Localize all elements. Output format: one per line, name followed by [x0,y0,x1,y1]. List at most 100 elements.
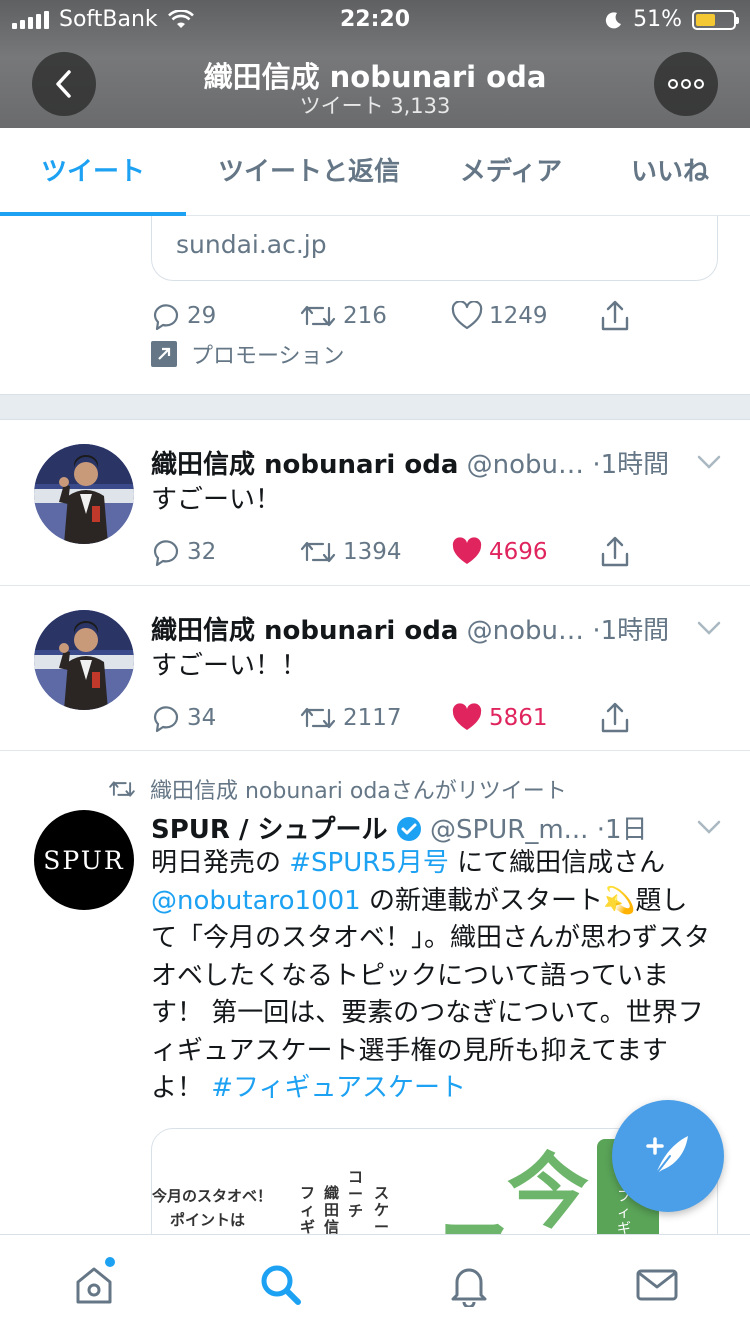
retweet-icon [300,305,336,327]
heart-filled-icon [452,703,482,730]
promoted-icon [151,341,177,367]
hashtag-link[interactable]: #フィギュアスケート [211,1073,466,1103]
like-count: 4696 [489,539,548,565]
timestamp: ·1時間 [592,450,670,480]
image-caption: コーチ [348,1168,364,1220]
new-content-dot [105,1257,115,1267]
like-count: 5861 [489,705,548,731]
handle[interactable]: @nobu… [467,616,584,646]
tab-likes[interactable]: いいね [590,128,750,216]
handle[interactable]: @nobu… [467,450,584,480]
timeline[interactable]: sundai.ac.jp 29 216 1249 プロモーション 織田信成 no… [0,216,750,1234]
bell-icon [451,1268,486,1307]
share-button[interactable] [599,698,631,738]
more-button[interactable] [654,52,718,116]
chevron-down-icon[interactable] [696,454,722,470]
heart-filled-icon [452,537,482,564]
compose-tweet-button[interactable] [612,1100,724,1212]
tweet-actions: 29 216 1249 [151,296,651,336]
tweet-text: 明日発売の #SPUR5月号 にて織田信成さん @nobutaro1001 の新… [151,848,711,1103]
nav-search[interactable] [187,1235,374,1335]
reply-icon [153,540,179,567]
image-caption: 織田信 [324,1184,340,1235]
share-icon [601,536,629,567]
tweet-header: 織田信成 nobunari oda @nobu… ·1時間 [151,444,669,481]
tab-media[interactable]: メディア [432,128,590,216]
chevron-down-icon[interactable] [696,819,722,835]
image-caption: スケー [374,1184,390,1235]
display-name[interactable]: SPUR / シュプール [151,815,388,845]
reply-icon [153,706,179,733]
section-divider [0,394,750,420]
battery-icon [692,9,739,30]
image-caption: フィギ [300,1184,316,1235]
tweet-header: SPUR / シュプール @SPUR_m... ·1日 [151,809,648,846]
retweet-count: 2117 [343,705,402,731]
like-button[interactable]: 5861 [451,698,548,738]
retweet-icon [109,781,135,797]
search-icon [261,1265,301,1305]
bottom-tab-bar [0,1234,750,1334]
avatar[interactable] [34,444,134,544]
home-icon [76,1267,111,1304]
retweet-button[interactable]: 1394 [299,532,402,572]
retweet-icon [300,541,336,563]
avatar-text: SPUR [43,845,125,875]
share-button[interactable] [599,296,631,336]
hashtag-link[interactable]: #SPUR5月号 [289,848,449,878]
compose-feather-icon [646,1136,688,1175]
moon-icon [605,11,622,28]
nav-home[interactable] [0,1235,187,1335]
image-caption: 今月のスタオベ！ [152,1187,273,1205]
share-icon [601,300,629,331]
tweet-actions: 34 2117 5861 [151,698,651,738]
tweet[interactable]: 織田信成 nobunari oda @nobu… ·1時間 すごーい！！ 34 … [0,586,750,751]
retweet-count: 1394 [343,539,402,565]
like-count: 1249 [489,303,548,329]
tweet-text: すごーい！ [151,485,282,515]
like-button[interactable]: 4696 [451,532,548,572]
display-name[interactable]: 織田信成 nobunari oda [151,616,458,646]
reply-button[interactable]: 34 [151,698,216,738]
tab-tweets[interactable]: ツイート [0,128,186,216]
mention-link[interactable]: @nobutaro1001 [151,886,361,916]
reply-button[interactable]: 32 [151,532,216,572]
status-bar: SoftBank 22:20 51% [0,0,750,40]
tweet-count: ツイート 3,133 [299,94,451,118]
tweet[interactable]: 織田信成 nobunari oda @nobu… ·1時間 すごーい！ 32 1… [0,420,750,586]
reply-icon [153,304,179,331]
tweet-header: 織田信成 nobunari oda @nobu… ·1時間 [151,610,669,647]
link-domain: sundai.ac.jp [176,230,327,259]
retweet-button[interactable]: 2117 [299,698,402,738]
reply-button[interactable]: 29 [151,296,216,336]
share-icon [601,702,629,733]
chevron-down-icon[interactable] [696,620,722,636]
avatar[interactable] [34,610,134,710]
reply-count: 29 [187,303,217,329]
heart-icon [451,301,483,330]
reply-count: 34 [187,705,217,731]
retweet-icon [300,707,336,729]
retweeted-by: 織田信成 nobunari odaさんがリツイート [108,773,567,805]
timestamp: ·1日 [596,815,648,845]
mail-icon [636,1269,677,1301]
verified-badge-icon [396,817,421,841]
tab-tweets-and-replies[interactable]: ツイートと返信 [186,128,432,216]
avatar[interactable]: SPUR [34,810,134,910]
like-button[interactable]: 1249 [451,296,548,336]
profile-header: SoftBank 22:20 51% 織田信成 nobunari oda ツイー… [0,0,750,128]
retweet-button[interactable]: 216 [299,296,387,336]
more-horizontal-icon [668,79,704,89]
reply-count: 32 [187,539,217,565]
handle[interactable]: @SPUR_m... [430,815,588,845]
battery-percent: 51% [633,7,682,32]
tweet-text: すごーい！！ [151,651,308,681]
retweet-count: 216 [343,303,387,329]
display-name[interactable]: 織田信成 nobunari oda [151,450,458,480]
promoted-label: プロモーション [151,338,345,370]
link-card[interactable]: sundai.ac.jp [151,216,718,281]
share-button[interactable] [599,532,631,572]
nav-notifications[interactable] [375,1235,562,1335]
timestamp: ·1時間 [592,616,670,646]
nav-messages[interactable] [563,1235,750,1335]
